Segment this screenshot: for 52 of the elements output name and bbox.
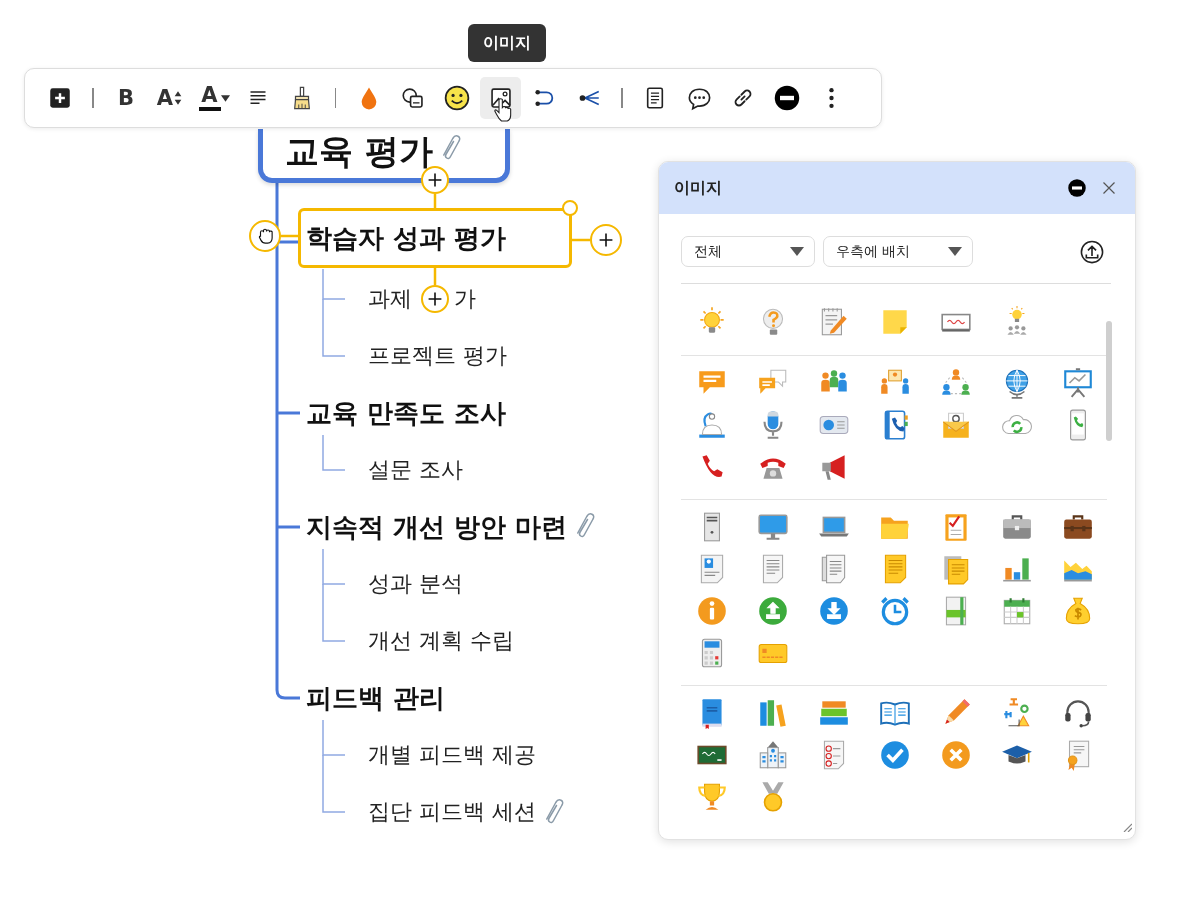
topic-node[interactable]: 지속적 개선 방안 마련 (306, 507, 596, 547)
topic-node[interactable]: 학습자 성과 평가 (298, 208, 572, 268)
subtopic-node[interactable]: 성과 분석 (368, 567, 463, 601)
smiley-icon (442, 84, 471, 112)
subtopic-node[interactable]: 프로젝트 평가 (368, 339, 507, 373)
color-bar (198, 107, 221, 111)
subtopic-text: 가 (454, 285, 476, 313)
tooltip: 이미지 (468, 24, 546, 62)
resize-handle[interactable] (562, 200, 578, 216)
add-topic-button[interactable] (590, 224, 622, 256)
resize-grip-icon (1122, 822, 1132, 832)
shapes-icon (399, 85, 426, 111)
font-color-button[interactable]: A (193, 77, 235, 119)
minus-circle-icon (773, 84, 801, 112)
subtopic-text: 과제 (368, 285, 412, 313)
subtopic-node[interactable]: 집단 피드백 세션 (368, 795, 564, 829)
collapse-button[interactable] (1067, 178, 1087, 198)
root-topic-text: 교육 평가 (285, 130, 433, 172)
connector-line (322, 434, 346, 471)
bold-button[interactable]: B (105, 77, 147, 119)
topic-text: 지속적 개선 방안 마련 (306, 510, 568, 544)
plus-icon (427, 291, 443, 307)
upload-icon (1079, 238, 1105, 265)
panel-title: 이미지 (674, 177, 723, 199)
subtopic-node[interactable]: 개선 계획 수립 (368, 624, 514, 658)
up-down-arrows-icon (173, 89, 184, 107)
minus-circle-icon (1067, 178, 1087, 198)
plus-icon (598, 232, 614, 248)
subtopic-text: 집단 피드백 세션 (368, 798, 536, 826)
hand-icon (256, 227, 274, 245)
add-topic-button[interactable] (421, 285, 449, 313)
pointer-hand-icon (494, 97, 514, 125)
subtopic-node[interactable]: 과제 가 (368, 282, 476, 316)
drag-handle[interactable] (249, 220, 281, 252)
scrollbar-thumb[interactable] (1106, 321, 1112, 441)
caret-icon (790, 247, 804, 256)
caret-icon (948, 247, 962, 256)
topic-node[interactable]: 피드백 관리 (306, 678, 446, 718)
upload-button[interactable] (1079, 238, 1105, 265)
topic-text: 학습자 성과 평가 (306, 221, 507, 255)
caret-icon (220, 94, 230, 102)
plus-icon (427, 172, 443, 188)
close-icon (1101, 180, 1117, 196)
filter-dropdown[interactable]: 우측에 배치 (823, 236, 973, 267)
font-size-button[interactable]: A (149, 77, 191, 119)
more-icon (828, 88, 834, 108)
topic-node[interactable]: 교육 만족도 조사 (306, 393, 507, 433)
close-button[interactable] (1101, 180, 1117, 196)
subtopic-node[interactable]: 설문 조사 (368, 453, 463, 487)
filter-dropdown[interactable]: 전체 (681, 236, 815, 267)
subtopic-node[interactable]: 개별 피드백 제공 (368, 738, 536, 772)
image-button[interactable] (480, 77, 521, 119)
